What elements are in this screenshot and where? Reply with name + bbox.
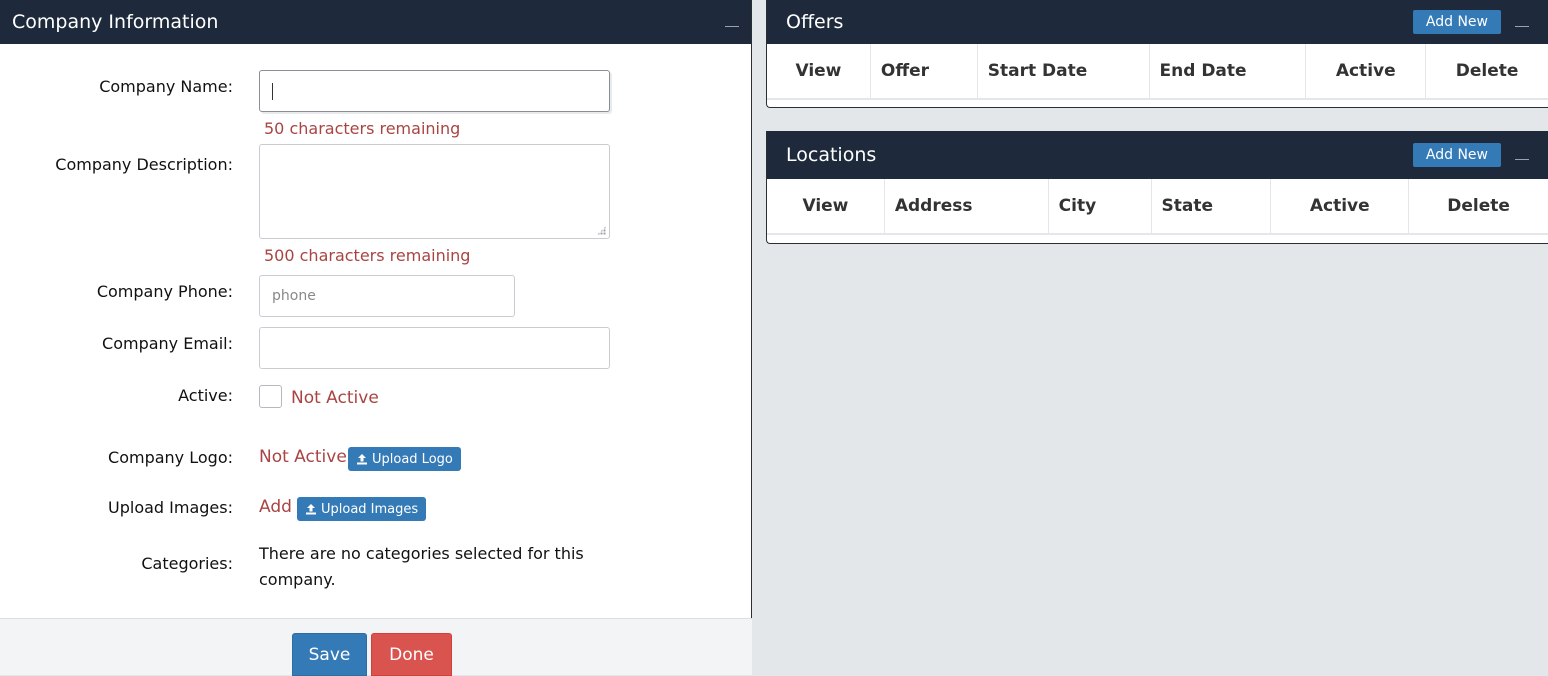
categories-empty-text: There are no categories selected for thi…: [259, 544, 584, 589]
upload-images-button[interactable]: Upload Images: [297, 497, 427, 521]
locations-header-actions: Add New: [1412, 143, 1529, 167]
phone-placeholder: phone: [272, 288, 316, 304]
column-header-offer[interactable]: Offer: [871, 44, 978, 98]
save-button[interactable]: Save: [292, 633, 367, 676]
offers-title: Offers: [786, 11, 844, 33]
column-header-address[interactable]: Address: [885, 179, 1049, 233]
column-header-delete[interactable]: Delete: [1426, 44, 1548, 98]
column-header-delete[interactable]: Delete: [1409, 179, 1548, 233]
offers-table-header: View Offer Start Date End Date Active De…: [767, 44, 1548, 100]
upload-images-label: Upload Images:: [108, 498, 233, 517]
description-chars-remaining: 500 characters remaining: [264, 246, 471, 265]
column-header-active[interactable]: Active: [1306, 44, 1427, 98]
locations-title: Locations: [786, 144, 877, 166]
locations-panel: Locations Add New View Address City Stat…: [766, 131, 1548, 244]
column-header-view[interactable]: View: [767, 179, 885, 233]
column-header-end-date[interactable]: End Date: [1150, 44, 1307, 98]
offers-header: Offers Add New: [767, 0, 1548, 44]
active-status-text: Not Active: [291, 388, 379, 408]
company-logo-label: Company Logo:: [108, 448, 233, 467]
categories-label: Categories:: [141, 554, 233, 573]
company-info-panel: Company Information Company Name: 50 cha…: [0, 0, 752, 676]
upload-icon: [306, 504, 316, 515]
panel-title: Company Information: [12, 11, 219, 33]
company-description-label: Company Description:: [55, 155, 233, 174]
add-offer-button[interactable]: Add New: [1412, 10, 1501, 34]
upload-logo-label: Upload Logo: [372, 451, 453, 467]
upload-icon: [357, 454, 367, 465]
column-header-city[interactable]: City: [1049, 179, 1152, 233]
form-footer: Save Done: [0, 618, 752, 676]
active-checkbox[interactable]: [259, 385, 282, 408]
company-name-input[interactable]: [259, 70, 610, 112]
upload-images-label-text: Upload Images: [321, 501, 419, 517]
locations-header: Locations Add New: [767, 131, 1548, 179]
resize-grip-icon[interactable]: [597, 226, 606, 235]
add-location-button[interactable]: Add New: [1412, 143, 1501, 167]
column-header-state[interactable]: State: [1152, 179, 1272, 233]
collapse-icon[interactable]: [1515, 25, 1529, 27]
company-phone-input[interactable]: phone: [259, 275, 515, 317]
column-header-start-date[interactable]: Start Date: [978, 44, 1150, 98]
company-email-input[interactable]: [259, 327, 610, 369]
offers-header-actions: Add New: [1412, 10, 1529, 34]
company-info-header: Company Information: [0, 0, 751, 44]
company-name-label: Company Name:: [99, 77, 233, 96]
images-add-text: Add: [259, 497, 292, 517]
company-email-label: Company Email:: [102, 334, 233, 353]
done-button[interactable]: Done: [371, 633, 452, 676]
company-phone-label: Company Phone:: [96, 282, 233, 301]
active-label: Active:: [178, 386, 233, 405]
text-caret: [272, 82, 273, 100]
collapse-icon[interactable]: [725, 25, 739, 27]
name-chars-remaining: 50 characters remaining: [264, 119, 461, 138]
column-header-active[interactable]: Active: [1271, 179, 1410, 233]
company-description-textarea[interactable]: [259, 144, 610, 239]
logo-status-text: Not Active: [259, 447, 347, 467]
locations-table-header: View Address City State Active Delete: [767, 179, 1548, 235]
collapse-icon[interactable]: [1515, 158, 1529, 160]
upload-logo-button[interactable]: Upload Logo: [348, 447, 461, 471]
column-header-view[interactable]: View: [767, 44, 871, 98]
offers-panel: Offers Add New View Offer Start Date End…: [766, 0, 1548, 108]
